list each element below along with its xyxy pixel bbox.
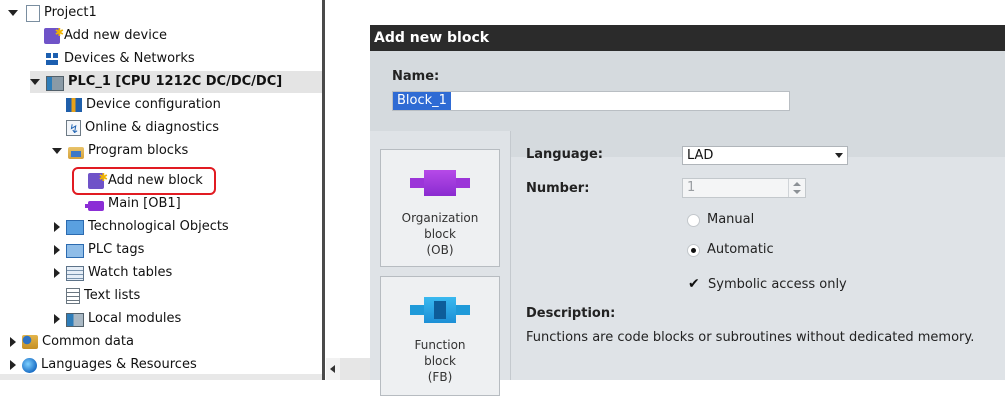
add-new-block-dialog: Add new block Name: Block_1 Organization… xyxy=(370,25,1005,396)
language-select[interactable]: LAD xyxy=(682,146,848,165)
block-type-line1: Function xyxy=(414,338,466,352)
tree-item-plc-tags[interactable]: PLC tags xyxy=(52,239,144,261)
collapse-arrow-icon[interactable] xyxy=(10,360,16,370)
tree-item-program-blocks[interactable]: Program blocks xyxy=(52,140,188,162)
description-label: Description: xyxy=(526,306,616,321)
organization-block-icon xyxy=(410,168,470,198)
tree-item-label: PLC_1 [CPU 1212C DC/DC/DC] xyxy=(68,74,283,89)
tree-item-label: Text lists xyxy=(84,288,141,303)
tree-item-project1[interactable]: Project1 xyxy=(8,2,97,24)
tree-item-label: Common data xyxy=(42,334,134,349)
language-label: Language: xyxy=(526,147,603,162)
text-list-icon xyxy=(66,288,80,304)
tree-item-main-ob1[interactable]: Main [OB1] xyxy=(85,193,181,215)
dialog-title: Add new block xyxy=(370,25,1005,51)
tree-item-online-diagnostics[interactable]: Online & diagnostics xyxy=(66,117,220,140)
tree-item-device-configuration[interactable]: Device configuration xyxy=(66,94,221,116)
folder-icon xyxy=(68,146,84,159)
tree-item-watch-tables[interactable]: Watch tables xyxy=(52,262,172,284)
manual-label: Manual xyxy=(707,212,755,227)
watch-table-icon xyxy=(66,265,84,281)
tree-item-label: Device configuration xyxy=(86,97,221,112)
tree-item-label: Local modules xyxy=(88,311,182,326)
common-data-icon xyxy=(22,335,38,349)
tree-item-add-new-device[interactable]: Add new device xyxy=(44,22,168,47)
tree-item-label: Online & diagnostics xyxy=(85,120,220,135)
highlight-box xyxy=(72,167,216,195)
number-input[interactable]: 1 xyxy=(682,178,806,198)
scroll-left-arrow-icon[interactable] xyxy=(326,358,340,380)
tree-item-label: Devices & Networks xyxy=(64,51,195,66)
tree-item-label: Watch tables xyxy=(88,265,173,280)
name-input-value: Block_1 xyxy=(393,92,451,110)
automatic-label: Automatic xyxy=(707,242,774,257)
collapse-arrow-icon[interactable] xyxy=(54,268,60,278)
block-type-line3: (FB) xyxy=(427,370,453,384)
number-label: Number: xyxy=(526,181,590,196)
tree-item-text-lists[interactable]: Text lists xyxy=(66,285,140,307)
block-type-line1: Organization xyxy=(401,211,479,225)
tree-item-technological-objects[interactable]: Technological Objects xyxy=(52,216,229,238)
expand-arrow-icon[interactable] xyxy=(8,10,18,16)
tree-item-label: Project1 xyxy=(44,5,97,20)
function-block-button[interactable]: Function block (FB) xyxy=(380,276,500,396)
block-type-line3: (OB) xyxy=(426,243,454,257)
block-type-line2: block xyxy=(424,354,456,368)
number-value: 1 xyxy=(687,180,696,195)
panel-splitter[interactable] xyxy=(322,0,325,380)
add-device-icon xyxy=(44,22,64,44)
organization-block-button[interactable]: Organization block (OB) xyxy=(380,149,500,267)
local-modules-icon xyxy=(66,313,84,327)
tree-item-label: Add new device xyxy=(64,28,168,43)
network-icon xyxy=(44,51,60,67)
project-icon xyxy=(26,4,40,22)
manual-radio[interactable] xyxy=(687,214,700,227)
name-label: Name: xyxy=(392,69,440,84)
name-input[interactable]: Block_1 xyxy=(392,91,790,111)
diagnostics-icon xyxy=(66,118,81,140)
plc-icon xyxy=(46,75,64,91)
tree-item-common-data[interactable]: Common data xyxy=(8,331,134,353)
horizontal-scrollbar[interactable] xyxy=(0,374,322,380)
tree-item-languages-resources[interactable]: Languages & Resources xyxy=(8,354,197,376)
collapse-arrow-icon[interactable] xyxy=(54,314,60,324)
project-tree: Project1 Add new device Devices & Networ… xyxy=(0,0,322,380)
description-text: Functions are code blocks or subroutines… xyxy=(526,330,975,345)
collapse-arrow-icon[interactable] xyxy=(10,337,16,347)
tree-item-label: Technological Objects xyxy=(88,219,229,234)
collapse-arrow-icon[interactable] xyxy=(54,245,60,255)
automatic-radio[interactable] xyxy=(687,244,700,257)
block-type-line2: block xyxy=(424,227,456,241)
tree-item-label: PLC tags xyxy=(88,242,145,257)
plc-tags-icon xyxy=(66,244,84,258)
languages-icon xyxy=(22,357,37,373)
expand-arrow-icon[interactable] xyxy=(30,79,40,85)
collapse-arrow-icon[interactable] xyxy=(54,222,60,232)
function-block-icon xyxy=(410,295,470,325)
block-type-column: Organization block (OB) Function block (… xyxy=(370,131,511,396)
tech-objects-icon xyxy=(66,219,84,235)
expand-arrow-icon[interactable] xyxy=(52,148,62,154)
tree-item-local-modules[interactable]: Local modules xyxy=(52,308,181,330)
ob-block-icon xyxy=(85,200,104,211)
symbolic-access-checkbox[interactable]: ✔ xyxy=(688,276,700,292)
tree-item-devices-networks[interactable]: Devices & Networks xyxy=(44,48,195,70)
tree-item-label: Main [OB1] xyxy=(108,196,181,211)
scrollbar-track[interactable] xyxy=(340,358,370,380)
tree-item-label: Languages & Resources xyxy=(41,357,197,372)
symbolic-access-label: Symbolic access only xyxy=(708,277,847,292)
spinner-icon[interactable] xyxy=(788,179,805,197)
dropdown-arrow-icon xyxy=(835,153,843,158)
tree-item-plc-1[interactable]: PLC_1 [CPU 1212C DC/DC/DC] xyxy=(30,71,322,93)
device-config-icon xyxy=(66,98,82,112)
tree-item-label: Program blocks xyxy=(88,143,189,158)
language-value: LAD xyxy=(687,148,714,163)
